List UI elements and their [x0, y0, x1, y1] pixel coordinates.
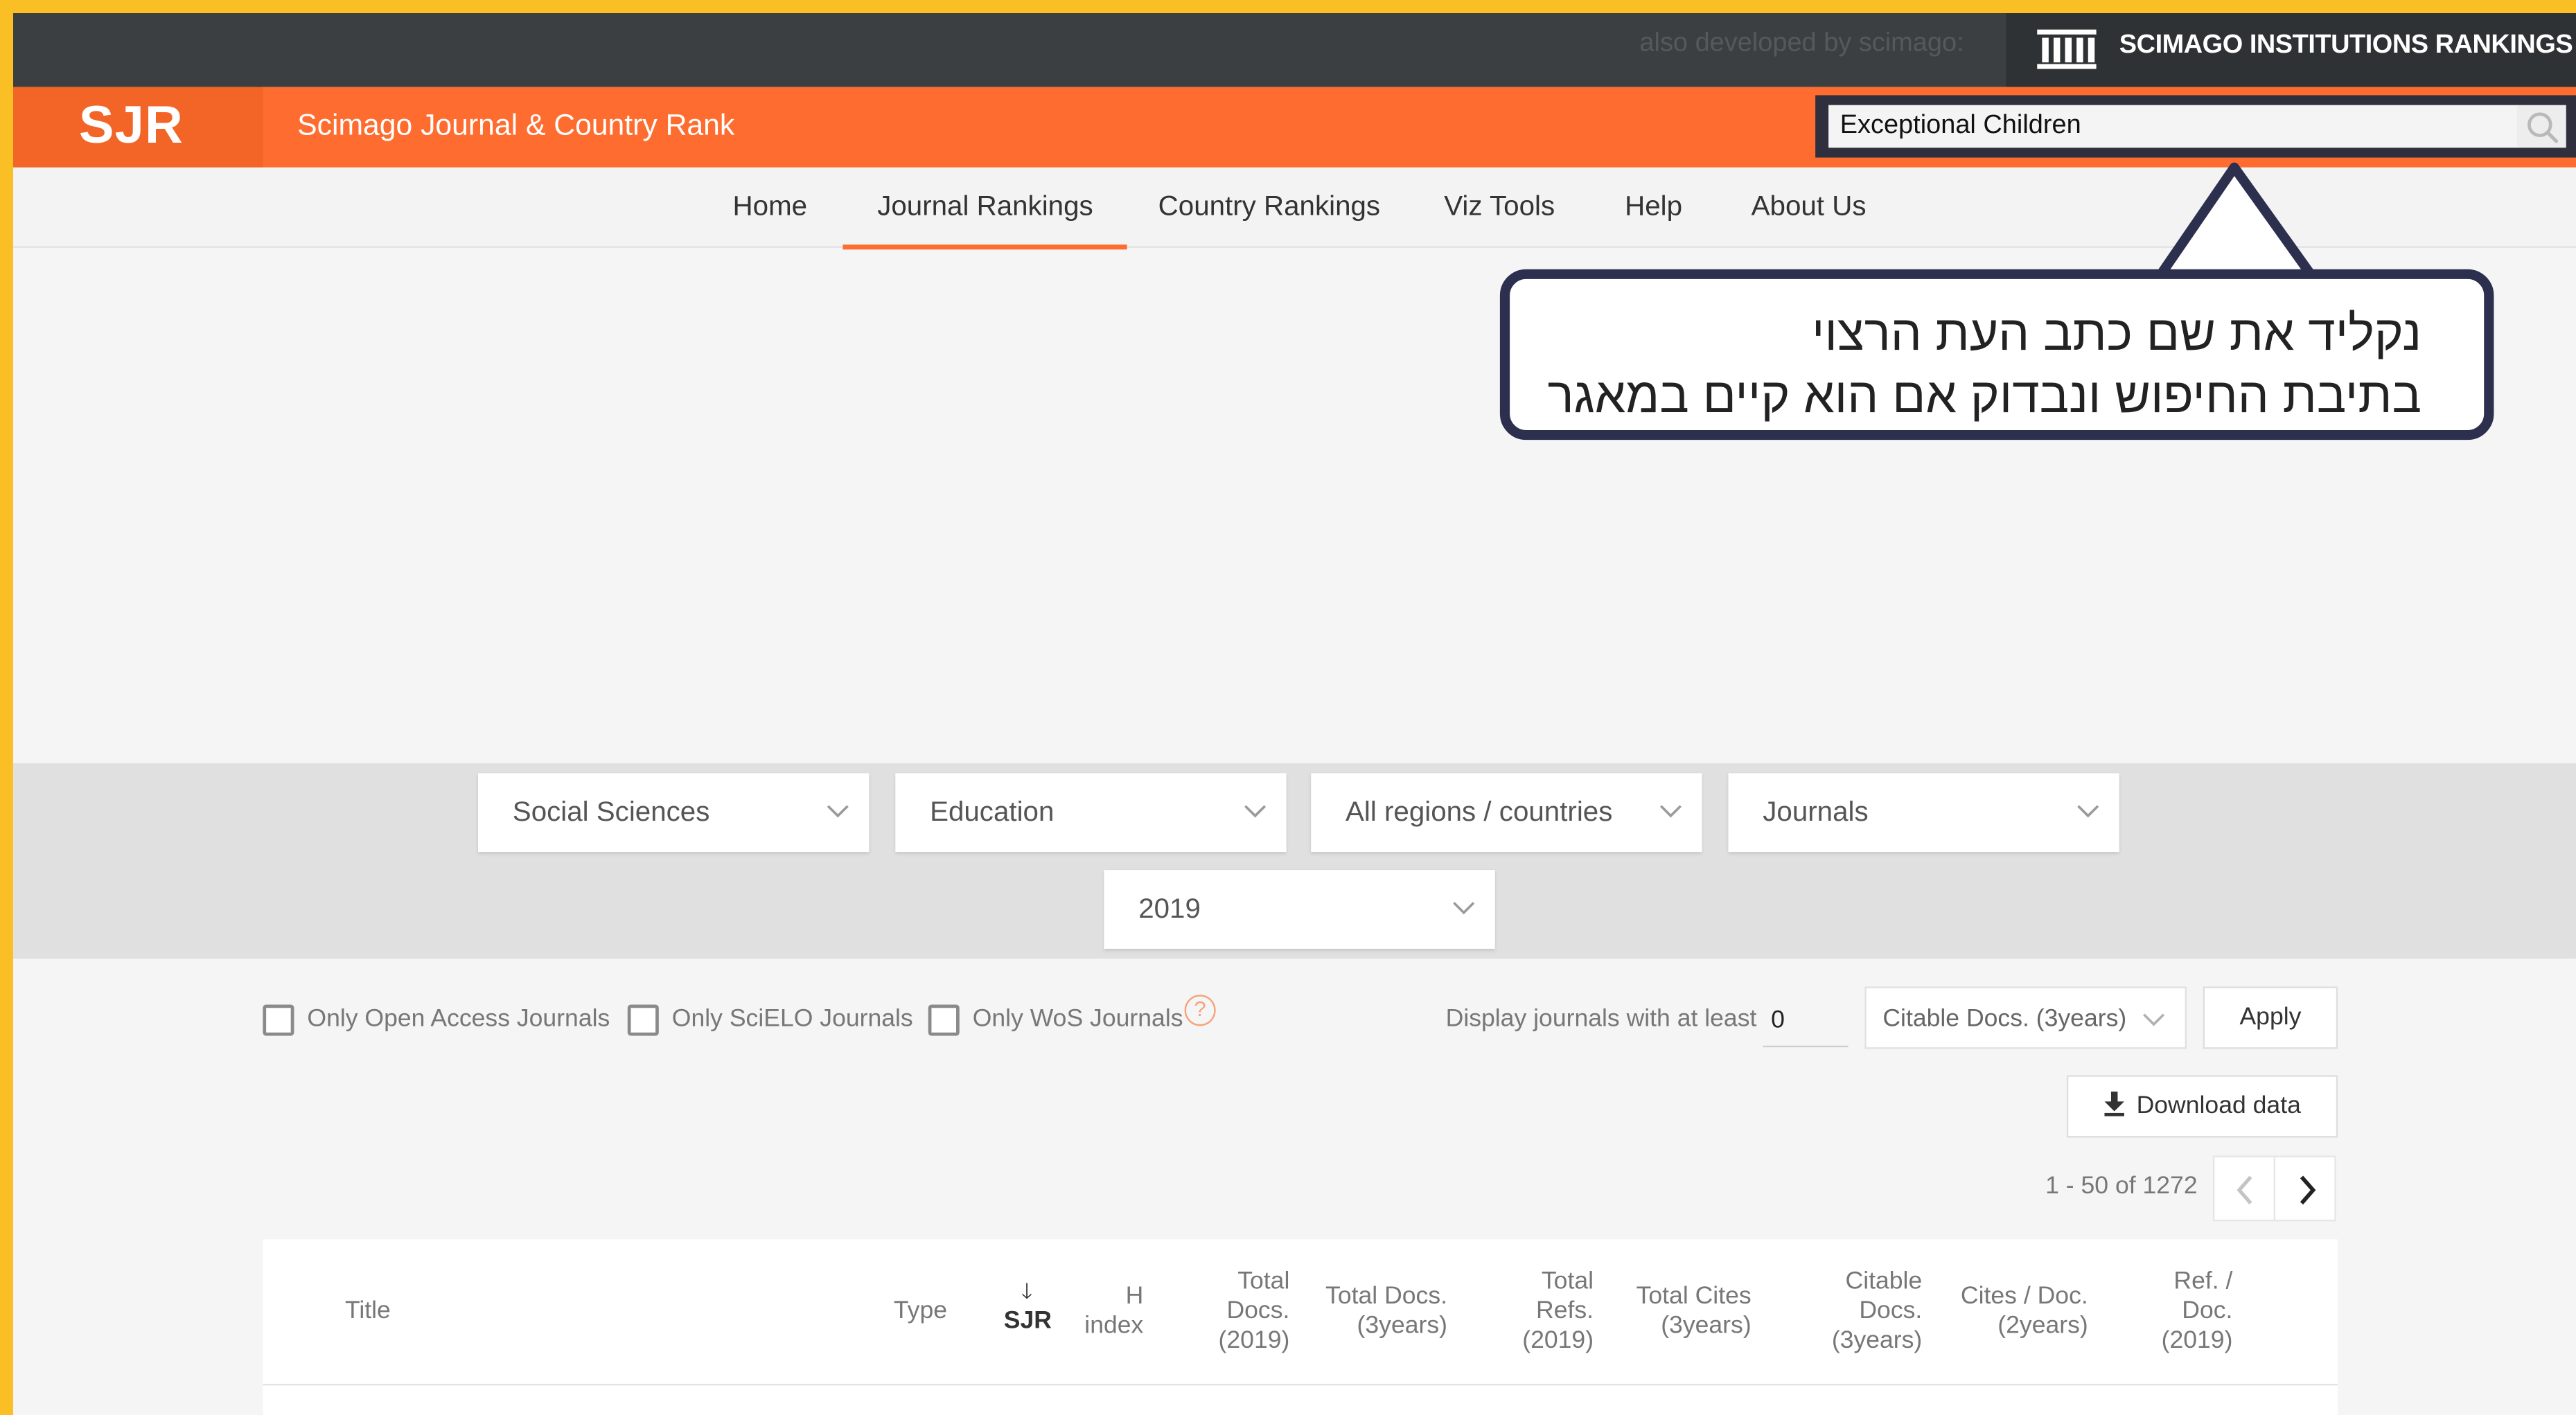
- columns-building-icon: [2037, 29, 2097, 69]
- citable-docs-select[interactable]: Citable Docs. (3years): [1864, 986, 2187, 1049]
- col-total-refs[interactable]: Total Refs. (2019): [1499, 1267, 1594, 1356]
- table-header: Title Type 🡓 SJR H index Total Docs. (20…: [263, 1239, 2338, 1386]
- col-title[interactable]: Title: [345, 1297, 391, 1326]
- search-box: [1815, 95, 2576, 158]
- apply-button[interactable]: Apply: [2203, 986, 2338, 1049]
- download-data-button[interactable]: Download data: [2066, 1075, 2338, 1138]
- display-at-least-label: Display journals with at least: [1445, 1004, 1757, 1033]
- col-citable-docs[interactable]: Citable Docs. (3years): [1814, 1267, 1922, 1356]
- min-citable-input[interactable]: [1763, 995, 1849, 1048]
- chevron-down-icon: [827, 805, 849, 818]
- logo-link[interactable]: SJR: [12, 87, 263, 168]
- col-sjr-label: SJR: [1003, 1306, 1052, 1335]
- search-input[interactable]: [1828, 105, 2519, 148]
- year-value: 2019: [1138, 893, 1201, 925]
- subject-category-value: Education: [930, 796, 1055, 828]
- nav-country-rankings[interactable]: Country Rankings: [1158, 168, 1380, 247]
- chevron-down-icon: [1659, 805, 1682, 818]
- scielo-checkbox[interactable]: [627, 1004, 659, 1036]
- type-select[interactable]: Journals: [1728, 773, 2119, 853]
- next-page-button[interactable]: [2273, 1155, 2336, 1222]
- filter-bar: Social Sciences Education All regions / …: [12, 763, 2576, 959]
- nav-viz-tools[interactable]: Viz Tools: [1444, 168, 1555, 247]
- help-icon[interactable]: ?: [1184, 995, 1216, 1026]
- sjr-logo: SJR: [78, 95, 184, 154]
- nav-about-us[interactable]: About Us: [1752, 168, 1867, 247]
- chevron-right-icon: [2300, 1175, 2316, 1205]
- callout-line-1: נקליד את שם כתב העת הרצוי: [1811, 307, 2422, 362]
- also-developed-text: also developed by scimago:: [1639, 29, 1964, 57]
- nav-journal-rankings[interactable]: Journal Rankings: [843, 168, 1129, 250]
- callout-pointer: [2150, 162, 2322, 286]
- col-total-cites[interactable]: Total Cites (3years): [1620, 1282, 1752, 1341]
- col-h-index[interactable]: H index: [1081, 1282, 1143, 1341]
- subject-category-select[interactable]: Education: [895, 773, 1287, 853]
- sir-label: SCIMAGO INSTITUTIONS RANKINGS: [2119, 31, 2573, 60]
- col-sjr[interactable]: 🡓 SJR: [1003, 1277, 1052, 1336]
- chevron-down-icon: [1453, 902, 1475, 915]
- col-ref-per-doc[interactable]: Ref. / Doc. (2019): [2146, 1267, 2233, 1356]
- site-title[interactable]: Scimago Journal & Country Rank: [297, 108, 734, 143]
- region-select[interactable]: All regions / countries: [1311, 773, 1702, 853]
- chevron-down-icon: [2143, 1013, 2165, 1026]
- callout-line-2: בתיבת החיפוש ונבדוק אם הוא קיים במאגר: [1547, 369, 2422, 424]
- chevron-down-icon: [2077, 805, 2099, 818]
- prev-page-button[interactable]: [2212, 1155, 2276, 1222]
- header-bar: SJR Scimago Journal & Country Rank: [12, 87, 2576, 168]
- apply-label: Apply: [2239, 1003, 2302, 1031]
- open-access-checkbox[interactable]: [263, 1004, 294, 1036]
- sort-arrow-icon: 🡓: [1021, 1279, 1032, 1303]
- nav-help[interactable]: Help: [1625, 168, 1682, 247]
- download-data-label: Download data: [2136, 1092, 2301, 1120]
- subject-area-value: Social Sciences: [512, 796, 710, 828]
- annotation-callout: נקליד את שם כתב העת הרצוי בתיבת החיפוש ו…: [1499, 269, 2494, 440]
- col-total-docs-3years[interactable]: Total Docs. (3years): [1311, 1282, 1447, 1341]
- page-frame: also developed by scimago: SCIMAGO INSTI…: [12, 12, 2576, 1415]
- nav-home[interactable]: Home: [733, 168, 808, 247]
- chevron-down-icon: [1244, 805, 1267, 818]
- col-total-docs[interactable]: Total Docs. (2019): [1199, 1267, 1290, 1356]
- wos-checkbox[interactable]: [928, 1004, 960, 1036]
- col-type[interactable]: Type: [894, 1297, 947, 1326]
- open-access-label[interactable]: Only Open Access Journals: [307, 1004, 610, 1032]
- scielo-label[interactable]: Only SciELO Journals: [672, 1004, 913, 1032]
- type-value: Journals: [1763, 796, 1869, 828]
- pagination-range: 1 - 50 of 1272: [2045, 1172, 2198, 1200]
- year-select[interactable]: 2019: [1104, 870, 1495, 949]
- chevron-left-icon: [2237, 1175, 2252, 1204]
- subject-area-select[interactable]: Social Sciences: [478, 773, 870, 853]
- search-button[interactable]: [2516, 105, 2566, 148]
- download-icon: [2105, 1092, 2125, 1116]
- search-icon: [2528, 112, 2559, 143]
- citable-docs-value: Citable Docs. (3years): [1882, 1004, 2127, 1033]
- wos-label[interactable]: Only WoS Journals: [973, 1004, 1183, 1032]
- journal-table: Title Type 🡓 SJR H index Total Docs. (20…: [263, 1239, 2338, 1415]
- col-cites-per-doc[interactable]: Cites / Doc. (2years): [1948, 1282, 2088, 1341]
- sir-link[interactable]: SCIMAGO INSTITUTIONS RANKINGS: [2006, 12, 2576, 87]
- top-bar: also developed by scimago: SCIMAGO INSTI…: [12, 12, 2576, 87]
- region-value: All regions / countries: [1345, 796, 1613, 828]
